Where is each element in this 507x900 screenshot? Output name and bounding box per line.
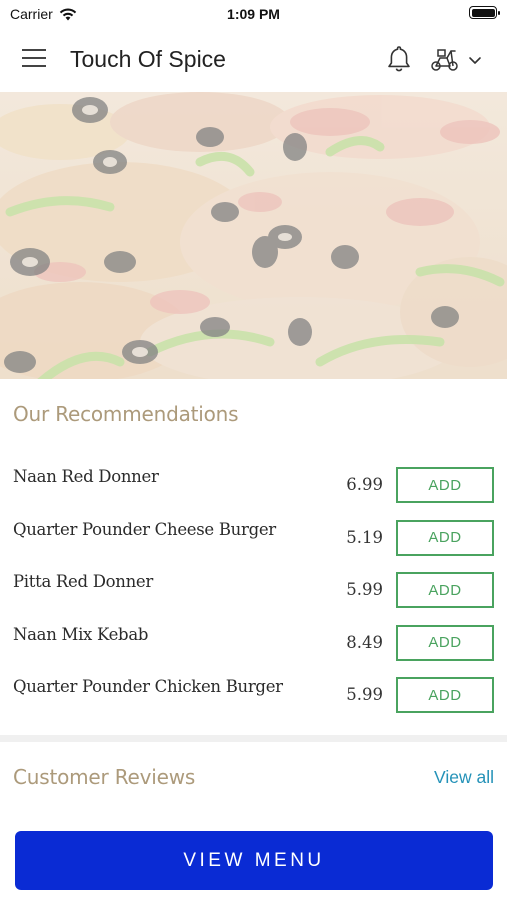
add-button[interactable]: ADD xyxy=(396,677,494,713)
item-price: 6.99 xyxy=(346,475,383,494)
item-name: Quarter Pounder Chicken Burger xyxy=(13,677,283,696)
list-item: Quarter Pounder Cheese Burger 5.19 ADD xyxy=(0,508,507,561)
item-name: Naan Red Donner xyxy=(13,467,159,486)
page-title: Touch Of Spice xyxy=(70,46,226,72)
app-header: Touch Of Spice xyxy=(0,26,507,92)
status-time: 1:09 PM xyxy=(227,6,280,22)
recommendations-list: Naan Red Donner 6.99 ADD Quarter Pounder… xyxy=(0,455,507,718)
chevron-down-icon xyxy=(469,57,481,64)
hero-banner-image xyxy=(0,92,507,379)
item-price: 5.99 xyxy=(346,685,383,704)
view-menu-button[interactable]: VIEW MENU xyxy=(15,831,493,890)
reviews-title: Customer Reviews xyxy=(13,765,196,789)
item-price: 5.99 xyxy=(346,580,383,599)
hamburger-menu-icon[interactable] xyxy=(22,49,48,69)
item-name: Pitta Red Donner xyxy=(13,572,153,591)
scooter-icon xyxy=(431,49,458,71)
item-name: Naan Mix Kebab xyxy=(13,624,149,644)
item-name: Quarter Pounder Cheese Burger xyxy=(13,519,276,539)
status-bar: Carrier 1:09 PM xyxy=(0,0,507,26)
list-item: Naan Mix Kebab 8.49 ADD xyxy=(0,613,507,666)
add-button[interactable]: ADD xyxy=(396,519,494,556)
add-button[interactable]: ADD xyxy=(396,467,494,503)
list-item: Naan Red Donner 6.99 ADD xyxy=(0,455,507,508)
item-price: 5.19 xyxy=(346,527,383,547)
list-item: Quarter Pounder Chicken Burger 5.99 ADD xyxy=(0,665,507,718)
item-price: 8.49 xyxy=(346,632,383,652)
add-button[interactable]: ADD xyxy=(396,624,494,661)
battery-icon xyxy=(469,6,500,19)
pizza-photo xyxy=(0,92,507,379)
delivery-mode-selector[interactable] xyxy=(430,46,492,74)
section-divider xyxy=(0,735,507,742)
recommendations-title: Our Recommendations xyxy=(13,402,239,426)
list-item: Pitta Red Donner 5.99 ADD xyxy=(0,560,507,613)
view-all-reviews-link[interactable]: View all xyxy=(434,767,494,788)
add-button[interactable]: ADD xyxy=(396,572,494,608)
bell-icon[interactable] xyxy=(384,44,414,74)
